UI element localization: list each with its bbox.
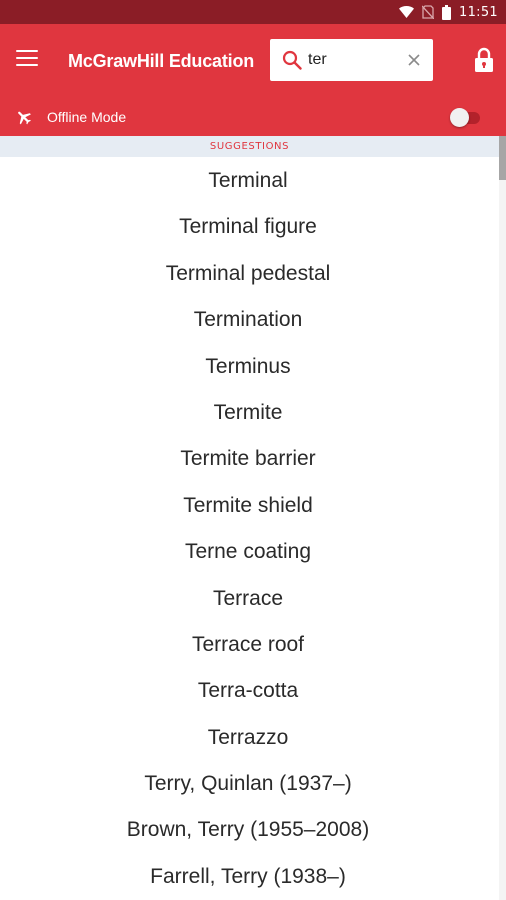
suggestion-item[interactable]: Termite — [0, 390, 496, 436]
search-icon — [282, 50, 302, 70]
airplane-icon — [18, 111, 31, 125]
suggestion-item[interactable]: Termination — [0, 297, 496, 343]
toggle-thumb — [450, 108, 469, 127]
lock-icon[interactable] — [473, 47, 495, 73]
clear-icon[interactable] — [406, 52, 422, 68]
suggestion-item[interactable]: Farrell, Terry (1938–) — [0, 854, 496, 900]
offline-mode-label: Offline Mode — [47, 109, 127, 125]
offline-mode-toggle[interactable] — [450, 107, 482, 127]
suggestion-item[interactable]: Termite shield — [0, 483, 496, 529]
scrollbar-thumb[interactable] — [499, 136, 506, 180]
suggestion-list: Terminal Terminal figure Terminal pedest… — [0, 158, 496, 900]
app-bar: McGrawHill Education — [0, 24, 506, 98]
suggestion-item[interactable]: Terminal figure — [0, 204, 496, 250]
suggestion-item[interactable]: Brown, Terry (1955–2008) — [0, 807, 496, 853]
suggestion-item[interactable]: Terne coating — [0, 529, 496, 575]
suggestion-item[interactable]: Terrace — [0, 576, 496, 622]
suggestion-item[interactable]: Terminal — [0, 158, 496, 204]
suggestion-item[interactable]: Terrazzo — [0, 715, 496, 761]
brand-title: McGrawHill Education — [68, 51, 255, 71]
suggestion-item[interactable]: Terra-cotta — [0, 668, 496, 714]
suggestion-item[interactable]: Terrace roof — [0, 622, 496, 668]
search-box[interactable] — [270, 39, 433, 81]
scrollbar-track[interactable] — [499, 136, 506, 900]
status-time: 11:51 — [459, 4, 498, 20]
status-bar: 11:51 — [0, 0, 506, 24]
search-input[interactable] — [308, 47, 403, 73]
suggestions-header: SUGGESTIONS — [0, 136, 499, 157]
suggestion-item[interactable]: Terminus — [0, 344, 496, 390]
battery-icon — [442, 4, 452, 20]
hamburger-menu-icon[interactable] — [16, 50, 38, 72]
no-sim-icon — [422, 5, 435, 19]
suggestion-item[interactable]: Termite barrier — [0, 436, 496, 482]
wifi-icon — [399, 6, 415, 18]
suggestion-item[interactable]: Terminal pedestal — [0, 251, 496, 297]
offline-mode-bar: Offline Mode — [0, 98, 506, 136]
suggestion-item[interactable]: Terry, Quinlan (1937–) — [0, 761, 496, 807]
